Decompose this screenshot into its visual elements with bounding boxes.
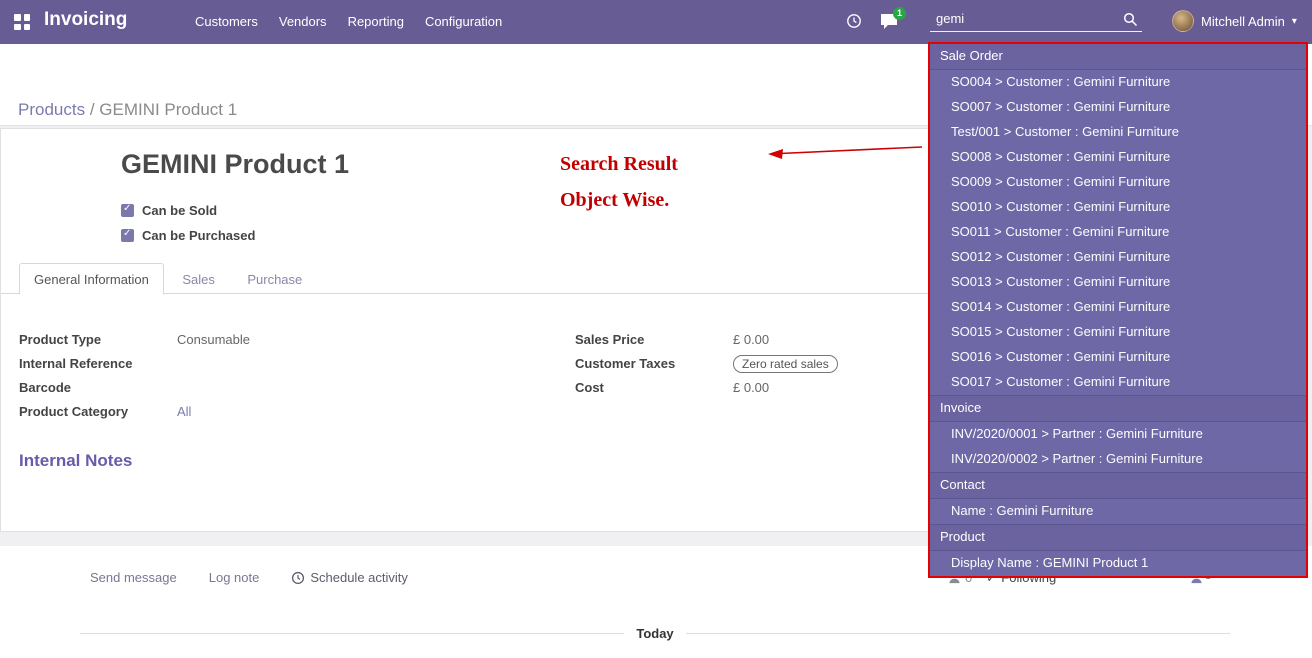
search-result-item[interactable]: INV/2020/0001 > Partner : Gemini Furnitu…: [930, 422, 1306, 447]
date-divider-label: Today: [624, 626, 685, 641]
tab-purchase[interactable]: Purchase: [233, 264, 316, 294]
search-result-item[interactable]: SO008 > Customer : Gemini Furniture: [930, 145, 1306, 170]
search-result-item[interactable]: SO011 > Customer : Gemini Furniture: [930, 220, 1306, 245]
product-category-value[interactable]: All: [177, 403, 191, 421]
search-input[interactable]: [930, 8, 1116, 31]
send-message-button[interactable]: Send message: [90, 570, 177, 585]
can-be-sold-checkbox[interactable]: [121, 204, 134, 217]
search-result-item[interactable]: Display Name : GEMINI Product 1: [930, 551, 1306, 576]
cost-value: £ 0.00: [733, 379, 769, 397]
global-search: [930, 8, 1142, 32]
customer-taxes-label: Customer Taxes: [575, 355, 733, 373]
can-be-sold-label: Can be Sold: [142, 203, 217, 218]
can-be-purchased-label: Can be Purchased: [142, 228, 255, 243]
search-result-item[interactable]: SO004 > Customer : Gemini Furniture: [930, 70, 1306, 95]
breadcrumb-current: GEMINI Product 1: [99, 100, 237, 119]
product-type-row: Product Type Consumable: [19, 331, 519, 349]
date-divider: Today: [80, 626, 1230, 641]
tab-general-information[interactable]: General Information: [19, 263, 164, 295]
breadcrumb-separator: /: [85, 100, 99, 119]
section-header-sale-order: Sale Order: [930, 44, 1306, 70]
schedule-activity-label: Schedule activity: [310, 570, 408, 585]
internal-reference-label: Internal Reference: [19, 355, 177, 373]
internal-reference-row: Internal Reference: [19, 355, 519, 373]
cost-label: Cost: [575, 379, 733, 397]
log-note-button[interactable]: Log note: [209, 570, 260, 585]
fields-left-column: Product Type Consumable Internal Referen…: [19, 331, 519, 427]
clock-icon: [291, 571, 305, 585]
menu-configuration[interactable]: Configuration: [425, 14, 502, 29]
product-title: GEMINI Product 1: [121, 149, 349, 180]
barcode-row: Barcode: [19, 379, 519, 397]
internal-notes-heading: Internal Notes: [19, 451, 132, 471]
schedule-activity-button[interactable]: Schedule activity: [291, 570, 408, 585]
sale-order-items: SO004 > Customer : Gemini FurnitureSO007…: [930, 70, 1306, 395]
barcode-label: Barcode: [19, 379, 177, 397]
section-sale-order: Sale Order SO004 > Customer : Gemini Fur…: [930, 44, 1306, 395]
annotation-line1: Search Result: [560, 146, 678, 182]
search-result-item[interactable]: SO015 > Customer : Gemini Furniture: [930, 320, 1306, 345]
search-result-item[interactable]: SO016 > Customer : Gemini Furniture: [930, 345, 1306, 370]
messages-icon[interactable]: 1: [880, 13, 898, 35]
search-icon[interactable]: [1123, 12, 1138, 32]
search-result-item[interactable]: Test/001 > Customer : Gemini Furniture: [930, 120, 1306, 145]
apps-grid-icon[interactable]: [14, 14, 30, 30]
annotation-line2: Object Wise.: [560, 182, 678, 218]
user-menu[interactable]: Mitchell Admin ▾: [1172, 10, 1297, 32]
search-result-item[interactable]: SO009 > Customer : Gemini Furniture: [930, 170, 1306, 195]
avatar: [1172, 10, 1194, 32]
top-navbar: Invoicing Customers Vendors Reporting Co…: [0, 0, 1312, 44]
search-result-item[interactable]: SO012 > Customer : Gemini Furniture: [930, 245, 1306, 270]
search-result-item[interactable]: SO017 > Customer : Gemini Furniture: [930, 370, 1306, 395]
breadcrumb: Products / GEMINI Product 1: [18, 100, 237, 120]
can-be-purchased-checkbox[interactable]: [121, 229, 134, 242]
section-header-contact: Contact: [930, 472, 1306, 499]
can-be-purchased-row[interactable]: Can be Purchased: [121, 228, 255, 243]
chatter-actions: Send message Log note Schedule activity: [90, 570, 408, 585]
customer-taxes-tag[interactable]: Zero rated sales: [733, 355, 838, 373]
chevron-down-icon: ▾: [1292, 16, 1297, 27]
menu-vendors[interactable]: Vendors: [279, 14, 327, 29]
activities-clock-icon[interactable]: [846, 13, 862, 34]
can-be-sold-row[interactable]: Can be Sold: [121, 203, 217, 218]
search-results-dropdown: Sale Order SO004 > Customer : Gemini Fur…: [928, 42, 1308, 578]
tab-sales[interactable]: Sales: [168, 264, 229, 294]
sales-price-value: £ 0.00: [733, 331, 769, 349]
breadcrumb-products-link[interactable]: Products: [18, 100, 85, 119]
invoice-items: INV/2020/0001 > Partner : Gemini Furnitu…: [930, 422, 1306, 472]
user-name: Mitchell Admin: [1201, 14, 1285, 29]
menu-reporting[interactable]: Reporting: [348, 14, 404, 29]
product-type-value: Consumable: [177, 331, 250, 349]
search-result-item[interactable]: Name : Gemini Furniture: [930, 499, 1306, 524]
product-items: Display Name : GEMINI Product 1: [930, 551, 1306, 576]
search-result-item[interactable]: SO007 > Customer : Gemini Furniture: [930, 95, 1306, 120]
app-title[interactable]: Invoicing: [44, 9, 127, 31]
section-header-invoice: Invoice: [930, 395, 1306, 422]
section-invoice: Invoice INV/2020/0001 > Partner : Gemini…: [930, 395, 1306, 472]
contact-items: Name : Gemini Furniture: [930, 499, 1306, 524]
invoicing-app: Invoicing Customers Vendors Reporting Co…: [0, 0, 1312, 658]
product-category-label: Product Category: [19, 403, 177, 421]
section-product: Product Display Name : GEMINI Product 1: [930, 524, 1306, 576]
annotation-text: Search Result Object Wise.: [560, 146, 678, 218]
section-contact: Contact Name : Gemini Furniture: [930, 472, 1306, 524]
message-count-badge: 1: [893, 7, 906, 20]
menu-customers[interactable]: Customers: [195, 14, 258, 29]
main-menu: Customers Vendors Reporting Configuratio…: [195, 14, 502, 29]
product-category-row: Product Category All: [19, 403, 519, 421]
product-type-label: Product Type: [19, 331, 177, 349]
sales-price-label: Sales Price: [575, 331, 733, 349]
search-result-item[interactable]: INV/2020/0002 > Partner : Gemini Furnitu…: [930, 447, 1306, 472]
search-result-item[interactable]: SO013 > Customer : Gemini Furniture: [930, 270, 1306, 295]
section-header-product: Product: [930, 524, 1306, 551]
search-result-item[interactable]: SO014 > Customer : Gemini Furniture: [930, 295, 1306, 320]
search-result-item[interactable]: SO010 > Customer : Gemini Furniture: [930, 195, 1306, 220]
